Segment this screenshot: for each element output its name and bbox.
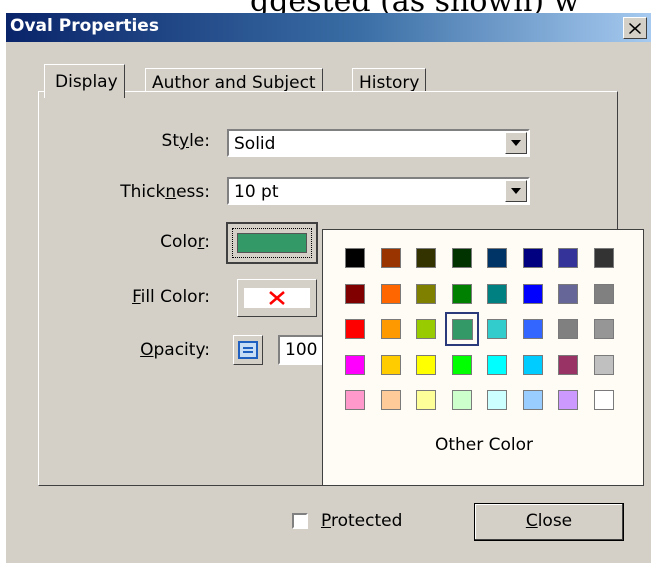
close-button[interactable]: Close <box>474 503 624 541</box>
color-swatch-option[interactable] <box>416 390 436 410</box>
color-swatch-option[interactable] <box>487 319 507 339</box>
color-swatch-option[interactable] <box>345 354 365 375</box>
color-swatch-option[interactable] <box>558 354 578 375</box>
no-fill-x-icon <box>269 291 285 305</box>
color-palette-popup: Other Color <box>322 229 644 486</box>
color-swatch-option[interactable] <box>345 390 365 410</box>
opacity-value: 100 <box>285 340 318 360</box>
color-swatch-option[interactable] <box>522 319 543 339</box>
other-color-button[interactable]: Other Color <box>323 435 645 455</box>
style-value: Solid <box>234 134 276 154</box>
color-button[interactable] <box>226 222 318 264</box>
color-swatch-option[interactable] <box>416 283 436 304</box>
color-swatch-option[interactable] <box>416 319 436 339</box>
protected-label-key: P <box>321 511 331 531</box>
color-swatch-option[interactable] <box>380 354 401 375</box>
color-swatch-option[interactable] <box>487 354 507 375</box>
color-swatch-option[interactable] <box>593 248 614 268</box>
color-label: Color: <box>10 232 210 252</box>
color-swatch-option[interactable] <box>451 283 472 304</box>
color-swatch-option[interactable] <box>558 390 578 410</box>
color-swatch-option[interactable] <box>345 283 365 304</box>
color-swatch-option[interactable] <box>380 390 401 410</box>
color-swatch-option[interactable] <box>451 390 472 410</box>
protected-label-post: rotected <box>330 511 403 531</box>
caption-fragment: ggested (as shown) w <box>0 0 651 14</box>
style-label-pre: St <box>161 131 180 151</box>
fill-color-label-post: ill Color: <box>140 287 210 307</box>
thickness-label-post: ess: <box>176 182 210 202</box>
style-label: Style: <box>10 131 210 151</box>
color-swatch-option[interactable] <box>522 390 543 410</box>
thickness-select[interactable]: 10 pt <box>227 177 530 205</box>
color-swatch-option[interactable] <box>522 283 543 304</box>
thickness-label-pre: Thick <box>120 182 166 202</box>
style-dropdown-button[interactable] <box>505 132 527 154</box>
title-bar[interactable]: Oval Properties <box>6 13 651 42</box>
color-swatch-option[interactable] <box>451 319 473 340</box>
title-close-button[interactable] <box>623 17 647 39</box>
thickness-label: Thickness: <box>10 182 210 202</box>
color-swatch-option[interactable] <box>345 319 365 339</box>
dialog-title: Oval Properties <box>10 16 159 36</box>
color-swatch-option[interactable] <box>451 248 472 268</box>
color-swatch-option[interactable] <box>558 319 578 339</box>
fill-color-swatch <box>244 288 310 308</box>
fill-color-label: Fill Color: <box>10 287 210 307</box>
color-swatch-option[interactable] <box>380 248 401 268</box>
color-swatch-option[interactable] <box>522 248 543 268</box>
color-swatch-option[interactable] <box>593 319 614 339</box>
close-icon <box>629 22 641 34</box>
color-swatch-option[interactable] <box>451 354 472 375</box>
tab-history-label: History <box>359 73 420 93</box>
style-select[interactable]: Solid <box>227 129 530 157</box>
color-swatch-option[interactable] <box>593 354 614 375</box>
color-swatch-option[interactable] <box>380 319 401 339</box>
color-swatch-option[interactable] <box>416 248 436 268</box>
color-swatch-option[interactable] <box>345 248 365 268</box>
thickness-dropdown-button[interactable] <box>505 180 527 202</box>
color-swatch-option[interactable] <box>593 390 614 410</box>
slider-icon <box>238 341 258 359</box>
color-swatch-option[interactable] <box>487 390 507 410</box>
opacity-slider-button[interactable] <box>233 335 263 365</box>
style-label-post: le: <box>189 131 210 151</box>
color-swatch-option[interactable] <box>593 283 614 304</box>
protected-checkbox[interactable] <box>292 513 308 529</box>
close-label-post: lose <box>537 511 573 531</box>
caption-fragment-text: ggested (as shown) w <box>250 0 579 14</box>
tab-author-and-subject-label: Author and Subject <box>152 73 316 93</box>
thickness-value: 10 pt <box>234 182 279 202</box>
opacity-label-post: pacity: <box>153 340 211 360</box>
chevron-down-icon <box>511 140 521 146</box>
opacity-label-key: O <box>140 340 154 360</box>
fill-color-button[interactable] <box>237 279 317 317</box>
fill-color-label-key: F <box>132 287 141 307</box>
color-label-post: : <box>204 232 210 252</box>
tab-display[interactable]: Display <box>44 64 125 98</box>
color-swatch-option[interactable] <box>558 283 578 304</box>
close-button-label: Close <box>475 511 623 531</box>
chevron-down-icon <box>511 188 521 194</box>
color-swatch-option[interactable] <box>380 283 401 304</box>
color-label-pre: Colo <box>160 232 198 252</box>
protected-label[interactable]: Protected <box>321 511 402 531</box>
style-label-key: y <box>179 131 190 151</box>
thickness-label-key: n <box>165 182 177 202</box>
color-swatch-option[interactable] <box>558 248 578 268</box>
color-swatch-option[interactable] <box>522 354 543 375</box>
close-label-key: C <box>525 511 538 531</box>
color-swatch <box>237 233 307 253</box>
opacity-label: Opacity: <box>10 340 210 360</box>
tab-display-label: Display <box>55 71 118 92</box>
color-swatch-option[interactable] <box>487 283 507 304</box>
color-swatch-option[interactable] <box>487 248 507 268</box>
color-swatch-option[interactable] <box>416 354 436 375</box>
